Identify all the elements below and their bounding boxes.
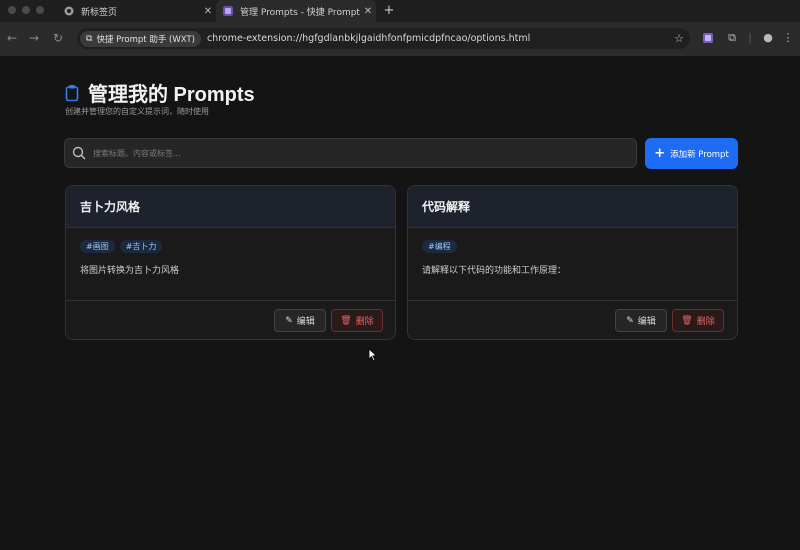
- window-minimize-dot[interactable]: [22, 6, 30, 14]
- prompt-card: 代码解释 #编程 请解释以下代码的功能和工作原理： ✎ 编辑 🗑 删除: [407, 185, 738, 340]
- card-header: 代码解释: [408, 186, 737, 228]
- puzzle-icon: ⧉: [86, 33, 93, 44]
- search-input[interactable]: [93, 148, 636, 158]
- trash-icon: 🗑: [681, 315, 693, 326]
- forward-arrow-icon[interactable]: →: [26, 30, 42, 46]
- delete-label: 删除: [696, 317, 715, 327]
- window-close-dot[interactable]: [8, 6, 16, 14]
- back-arrow-icon[interactable]: ←: [4, 30, 20, 46]
- page-header: 管理我的 Prompts: [65, 78, 255, 107]
- extension-chip-label: 快捷 Prompt 助手 (WXT): [96, 34, 195, 45]
- edit-icon: ✎: [285, 315, 293, 326]
- more-menu-icon[interactable]: ⋮: [780, 30, 796, 46]
- search-icon: [65, 146, 93, 160]
- url-text[interactable]: chrome-extension://hgfgdlanbkjlgaidhfonf…: [207, 33, 668, 44]
- tab-new-tab[interactable]: 新标签页 ✕: [58, 0, 216, 22]
- card-content: 请解释以下代码的功能和工作原理：: [422, 266, 567, 276]
- clipboard-icon: [65, 84, 79, 101]
- tab-title: 管理 Prompts - 快捷 Prompt 助: [240, 7, 360, 18]
- address-bar[interactable]: ⧉ 快捷 Prompt 助手 (WXT) chrome-extension://…: [77, 28, 690, 49]
- browser-chrome: 新标签页 ✕ 管理 Prompts - 快捷 Prompt 助 ✕ + ← → …: [0, 0, 800, 56]
- card-header: 吉卜力风格: [66, 186, 395, 228]
- trash-icon: 🗑: [340, 315, 352, 326]
- delete-button[interactable]: 🗑 删除: [672, 309, 724, 332]
- reload-icon[interactable]: ↻: [50, 30, 66, 46]
- new-tab-plus-icon[interactable]: +: [381, 3, 397, 19]
- delete-button[interactable]: 🗑 删除: [331, 309, 383, 332]
- page-title: 管理我的 Prompts: [88, 84, 255, 106]
- extension-favicon-icon: [223, 6, 233, 16]
- add-prompt-button[interactable]: + 添加新 Prompt: [645, 138, 738, 169]
- edit-button[interactable]: ✎ 编辑: [274, 309, 326, 332]
- bookmark-star-icon[interactable]: ☆: [668, 32, 690, 45]
- tag-badge: #吉卜力: [119, 240, 163, 253]
- window-maximize-dot[interactable]: [36, 6, 44, 14]
- tab-close-icon[interactable]: ✕: [360, 6, 376, 17]
- plus-icon: +: [654, 146, 666, 161]
- page-subtitle: 创建并管理您的自定义提示词，随时使用: [65, 107, 209, 116]
- mouse-cursor-icon: [368, 348, 378, 362]
- prompt-card: 吉卜力风格 #画图 #吉卜力 将图片转换为吉卜力风格 ✎ 编辑 🗑 删除: [65, 185, 396, 340]
- extensions-puzzle-icon[interactable]: ⧉: [724, 30, 740, 46]
- tag-list: #画图 #吉卜力: [80, 240, 163, 253]
- card-content: 将图片转换为吉卜力风格: [80, 266, 180, 276]
- edit-label: 编辑: [637, 317, 656, 327]
- edit-button[interactable]: ✎ 编辑: [615, 309, 667, 332]
- search-field[interactable]: [64, 138, 637, 168]
- delete-label: 删除: [355, 317, 374, 327]
- chrome-icon: [64, 6, 74, 16]
- tag-badge: #编程: [422, 240, 457, 253]
- add-prompt-label: 添加新 Prompt: [670, 149, 729, 160]
- profile-icon[interactable]: ●: [760, 30, 776, 46]
- edit-icon: ✎: [626, 315, 634, 326]
- tab-manage-prompts[interactable]: 管理 Prompts - 快捷 Prompt 助 ✕: [216, 0, 376, 22]
- edit-label: 编辑: [296, 317, 315, 327]
- tab-strip: 新标签页 ✕ 管理 Prompts - 快捷 Prompt 助 ✕ +: [0, 0, 800, 22]
- card-title: 代码解释: [422, 200, 471, 214]
- tab-close-icon[interactable]: ✕: [200, 6, 216, 17]
- prompt-extension-icon[interactable]: [700, 30, 716, 46]
- card-footer: ✎ 编辑 🗑 删除: [408, 300, 737, 339]
- toolbar-divider: |: [748, 31, 752, 44]
- options-page: 管理我的 Prompts 创建并管理您的自定义提示词，随时使用 + 添加新 Pr…: [0, 56, 800, 550]
- tab-title: 新标签页: [81, 7, 118, 18]
- tag-badge: #画图: [80, 240, 115, 253]
- tag-list: #编程: [422, 240, 457, 253]
- card-title: 吉卜力风格: [80, 200, 141, 214]
- extension-origin-chip[interactable]: ⧉ 快捷 Prompt 助手 (WXT): [80, 30, 201, 47]
- card-footer: ✎ 编辑 🗑 删除: [66, 300, 395, 339]
